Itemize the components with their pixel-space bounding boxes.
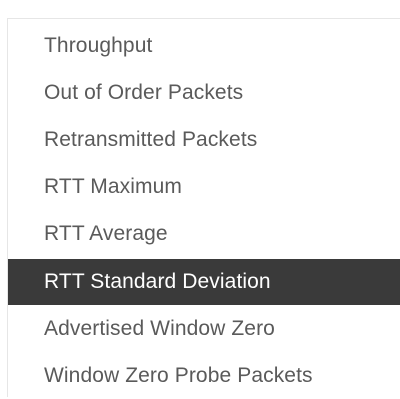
menu-item-throughput[interactable]: Throughput [8,23,400,69]
menu-item-retransmitted-packets[interactable]: Retransmitted Packets [8,117,400,163]
menu-item-window-zero-probe-packets[interactable]: Window Zero Probe Packets [8,353,400,399]
metric-dropdown-menu: Throughput Out of Order Packets Retransm… [7,18,400,397]
menu-item-out-of-order-packets[interactable]: Out of Order Packets [8,70,400,116]
menu-item-rtt-maximum[interactable]: RTT Maximum [8,164,400,210]
menu-item-rtt-average[interactable]: RTT Average [8,211,400,257]
menu-item-advertised-window-zero[interactable]: Advertised Window Zero [8,306,400,352]
menu-item-rtt-standard-deviation[interactable]: RTT Standard Deviation [8,259,400,305]
